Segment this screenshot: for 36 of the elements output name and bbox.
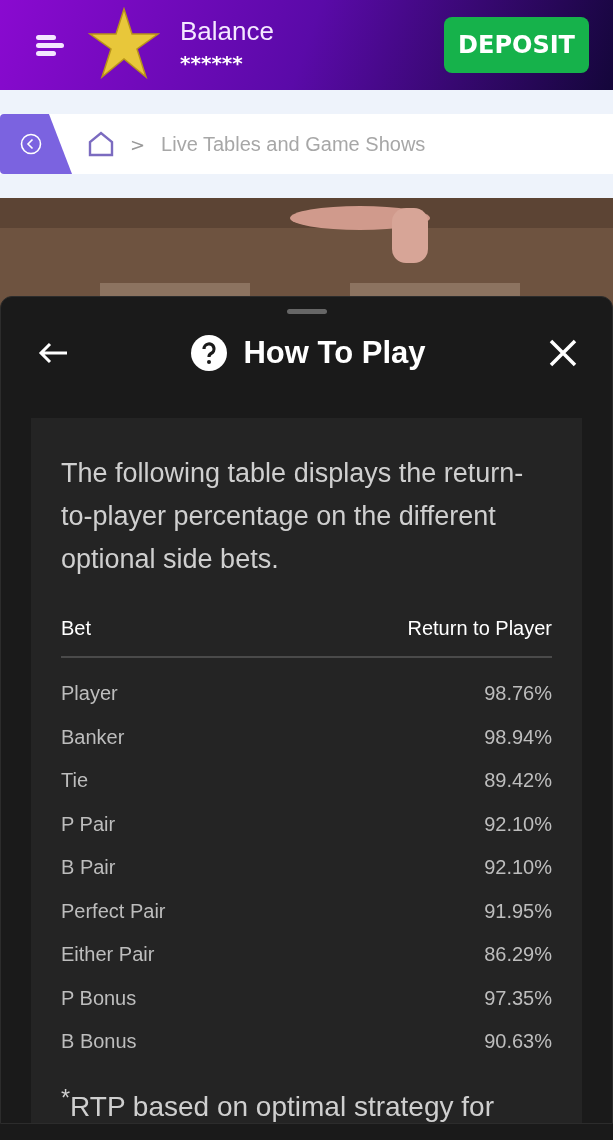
breadcrumb-link[interactable]: Live Tables and Game Shows [161,132,426,156]
table-cell: Either Pair [61,943,155,967]
drag-handle[interactable] [286,309,327,314]
table-cell: Player [61,682,118,706]
table-cell: P Bonus [61,986,137,1010]
table-cell: 98.94% [484,725,552,749]
table-cell: Perfect Pair [61,899,166,923]
table-cell: 91.95% [484,899,552,923]
back-button[interactable] [0,114,72,174]
breadcrumb-separator: > [130,133,146,155]
star-logo-icon [88,7,160,79]
balance-value: ****** [180,50,244,75]
table-cell: P Pair [61,812,116,836]
footnote: $^{*}$RTP based on optimal strategy for [61,1085,495,1123]
back-icon [20,133,42,155]
close-button[interactable] [548,338,578,368]
table-cell: 98.76% [484,682,552,706]
table-cell: 92.10% [484,856,552,880]
table-cell: B Bonus [61,1030,137,1054]
column-header: Return to Player [407,617,552,640]
table-cell: Tie [61,769,89,793]
home-icon[interactable] [88,131,114,157]
help-icon [191,335,228,371]
table-cell: 90.63% [484,1030,552,1054]
deposit-button[interactable]: DEPOSIT [444,17,589,73]
table-cell: Banker [61,725,125,749]
table-cell: B Pair [61,856,116,880]
sheet-title: How To Play [243,335,426,371]
table-cell: 89.42% [484,769,552,793]
table-cell: 92.10% [484,812,552,836]
intro-text: The following table displays the return-to-player percentage on the different optional side bets. [61,457,525,576]
back-arrow-button[interactable] [37,341,69,365]
balance-label: Balance [180,15,275,47]
table-cell: 97.35% [484,986,552,1010]
column-header: Bet [61,617,92,640]
table-cell: 86.29% [484,943,552,967]
